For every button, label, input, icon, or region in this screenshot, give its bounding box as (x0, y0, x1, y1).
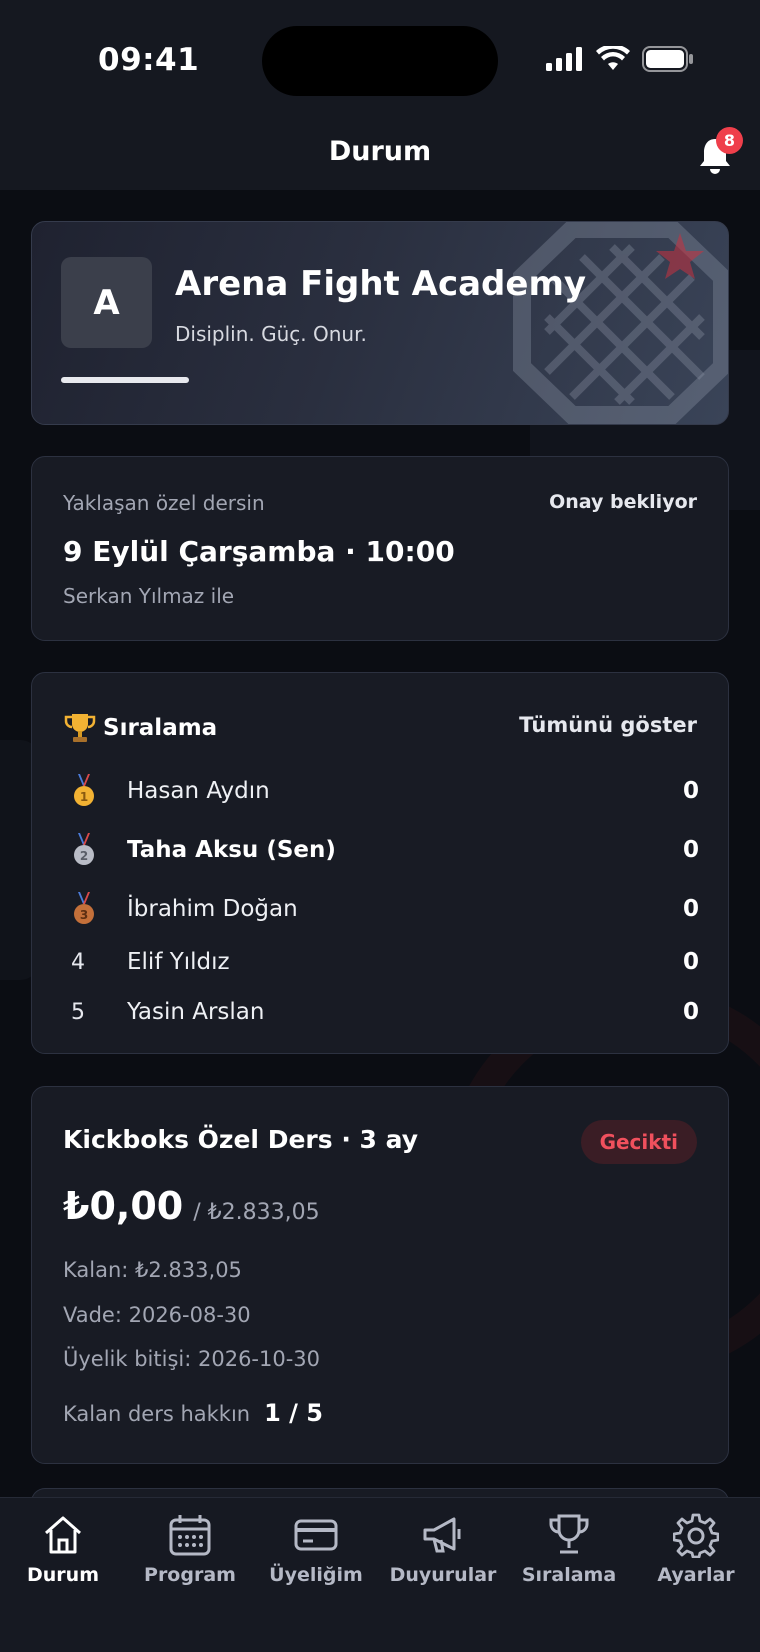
ranking-title-label: Sıralama (103, 715, 218, 741)
tab-ayarlar[interactable]: Ayarlar (633, 1512, 759, 1586)
ranking-row-self[interactable]: 2 Taha Aksu (Sen) 0 (63, 832, 699, 868)
svg-text:2: 2 (80, 849, 88, 863)
trophy-icon (64, 714, 96, 742)
club-avatar: A (61, 257, 152, 348)
membership-lessons-label: Kalan ders hakkın (63, 1402, 251, 1426)
status-bar: 09:41 (0, 0, 760, 120)
tab-siralama[interactable]: Sıralama (506, 1512, 632, 1586)
membership-lessons-value: 1 / 5 (264, 1399, 323, 1427)
octagon-cage-icon (513, 222, 728, 424)
ranking-row[interactable]: 4 Elif Yıldız 0 (63, 944, 699, 980)
ranking-row[interactable]: 5 Yasin Arslan 0 (63, 994, 699, 1030)
ranking-score: 0 (682, 949, 699, 975)
home-icon (45, 1516, 81, 1554)
tab-uyeligim[interactable]: Üyeliğim (253, 1512, 379, 1586)
notification-badge: 8 (716, 127, 743, 154)
ranking-card: Sıralama Tümünü göster 1 Hasan Aydın 0 2… (31, 672, 729, 1054)
ranking-row[interactable]: 1 Hasan Aydın 0 (63, 773, 699, 809)
svg-text:1: 1 (80, 790, 88, 804)
bronze-medal-icon: 3 (74, 892, 94, 924)
trophy-icon (549, 1514, 589, 1554)
tab-label: Durum (27, 1564, 99, 1586)
upcoming-datetime: 9 Eylül Çarşamba · 10:00 (63, 535, 455, 568)
membership-end-date: Üyelik bitişi: 2026-10-30 (63, 1347, 321, 1371)
status-time: 09:41 (98, 42, 200, 78)
tab-label: Duyurular (389, 1564, 497, 1586)
club-card: A Arena Fight Academy Disiplin. Güç. Onu… (31, 221, 729, 425)
ranking-name: Hasan Aydın (127, 778, 270, 804)
wifi-icon (596, 46, 630, 70)
membership-paid: ₺0,00 (63, 1184, 184, 1228)
ranking-score: 0 (682, 999, 699, 1025)
gear-icon (673, 1513, 719, 1558)
ranking-score: 0 (682, 896, 699, 922)
upcoming-lesson-card[interactable]: Yaklaşan özel dersin Onay bekliyor 9 Eyl… (31, 456, 729, 641)
ranking-name: Taha Aksu (Sen) (127, 837, 336, 863)
ranking-score: 0 (682, 778, 699, 804)
upcoming-status: Onay bekliyor (549, 491, 697, 513)
tab-label: Program (144, 1564, 236, 1586)
ranking-name: Yasin Arslan (127, 999, 265, 1025)
ranking-show-all-link[interactable]: Tümünü göster (519, 713, 697, 737)
membership-amount: ₺0,00 / ₺2.833,05 (63, 1184, 320, 1228)
dynamic-island (262, 26, 498, 96)
ranking-title: Sıralama (63, 711, 217, 745)
ranking-position: 4 (71, 949, 85, 975)
status-icons (546, 46, 694, 72)
card-icon (294, 1519, 338, 1551)
ranking-row[interactable]: 3 İbrahim Doğan 0 (63, 891, 699, 927)
tab-label: Üyeliğim (269, 1564, 363, 1586)
silver-medal-icon: 2 (74, 833, 94, 865)
tab-program[interactable]: Program (127, 1512, 253, 1586)
membership-card[interactable]: Kickboks Özel Ders · 3 ay Gecikti ₺0,00 … (31, 1086, 729, 1464)
battery-icon (642, 46, 693, 72)
membership-lessons: Kalan ders hakkın 1 / 5 (63, 1399, 323, 1427)
membership-due-date: Vade: 2026-08-30 (63, 1303, 251, 1327)
calendar-icon (169, 1515, 211, 1556)
gold-medal-icon: 1 (74, 774, 94, 806)
club-name: Arena Fight Academy (175, 264, 587, 304)
membership-total: / ₺2.833,05 (193, 1200, 320, 1225)
ranking-name: İbrahim Doğan (127, 896, 298, 922)
club-tagline: Disiplin. Güç. Onur. (175, 322, 367, 346)
tab-label: Ayarlar (657, 1564, 735, 1586)
page-title: Durum (328, 136, 432, 167)
svg-text:3: 3 (80, 908, 88, 922)
ranking-score: 0 (682, 837, 699, 863)
ranking-name: Elif Yıldız (127, 949, 230, 975)
upcoming-label: Yaklaşan özel dersin (63, 491, 265, 515)
signal-icon (546, 47, 582, 71)
megaphone-icon (423, 1517, 461, 1553)
membership-title: Kickboks Özel Ders · 3 ay (63, 1125, 419, 1154)
bottom-tab-bar: Durum Program Üyeliğim Duyurular Sıralam… (0, 1497, 760, 1652)
membership-status-badge: Gecikti (580, 1120, 697, 1164)
club-accent-bar (61, 377, 189, 383)
membership-remaining: Kalan: ₺2.833,05 (63, 1258, 242, 1282)
tab-label: Sıralama (521, 1564, 617, 1586)
upcoming-trainer: Serkan Yılmaz ile (63, 584, 235, 608)
ranking-position: 5 (71, 999, 85, 1025)
app-header: Durum (0, 120, 760, 190)
tab-duyurular[interactable]: Duyurular (380, 1512, 506, 1586)
tab-durum[interactable]: Durum (0, 1512, 126, 1586)
